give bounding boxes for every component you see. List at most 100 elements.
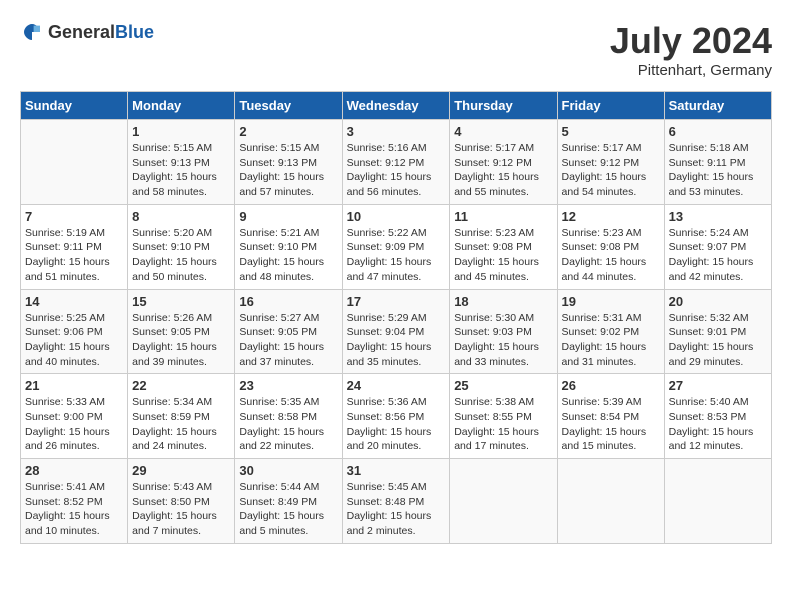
week-row-4: 21Sunrise: 5:33 AMSunset: 9:00 PMDayligh… [21,374,772,459]
day-cell: 3Sunrise: 5:16 AMSunset: 9:12 PMDaylight… [342,120,450,205]
day-number: 19 [562,294,660,309]
week-row-2: 7 Sunrise: 5:19 AMSunset: 9:11 PMDaylight… [21,204,772,289]
day-number: 15 [132,294,230,309]
day-cell: 13 Sunrise: 5:24 AMSunset: 9:07 PMDayligh… [664,204,771,289]
day-info: Sunrise: 5:15 AMSunset: 9:13 PMDaylight:… [239,142,324,198]
day-info: Sunrise: 5:32 AMSunset: 9:01 PMDaylight:… [669,312,754,368]
day-number: 12 [562,209,660,224]
day-number: 22 [132,378,230,393]
day-cell: 29 Sunrise: 5:43 AMSunset: 8:50 PMDayligh… [128,459,235,544]
day-info: Sunrise: 5:25 AMSunset: 9:06 PMDaylight:… [25,312,110,368]
day-number: 9 [239,209,337,224]
week-row-1: 1 Sunrise: 5:15 AMSunset: 9:13 PMDaylight… [21,120,772,205]
day-cell [664,459,771,544]
calendar-table: SundayMondayTuesdayWednesdayThursdayFrid… [20,91,772,544]
day-number: 14 [25,294,123,309]
day-cell: 2 Sunrise: 5:15 AMSunset: 9:13 PMDaylight… [235,120,342,205]
day-number: 5 [562,124,660,139]
day-number: 23 [239,378,337,393]
month-year: July 2024 [610,20,772,62]
header-cell-wednesday: Wednesday [342,92,450,120]
day-number: 17 [347,294,446,309]
day-cell: 9 Sunrise: 5:21 AMSunset: 9:10 PMDaylight… [235,204,342,289]
day-number: 2 [239,124,337,139]
day-cell: 20 Sunrise: 5:32 AMSunset: 9:01 PMDayligh… [664,289,771,374]
day-cell: 18 Sunrise: 5:30 AMSunset: 9:03 PMDayligh… [450,289,557,374]
day-info: Sunrise: 5:41 AMSunset: 8:52 PMDaylight:… [25,481,110,537]
day-info: Sunrise: 5:36 AMSunset: 8:56 PMDaylight:… [347,396,432,452]
day-number: 18 [454,294,552,309]
day-cell: 10 Sunrise: 5:22 AMSunset: 9:09 PMDayligh… [342,204,450,289]
day-info: Sunrise: 5:17 AMSunset: 9:12 PMDaylight:… [562,142,647,198]
day-cell [21,120,128,205]
day-info: Sunrise: 5:26 AMSunset: 9:05 PMDaylight:… [132,312,217,368]
day-cell: 22Sunrise: 5:34 AMSunset: 8:59 PMDayligh… [128,374,235,459]
day-cell: 1Sunrise: 5:15 AMSunset: 9:13 PMDaylight… [128,120,235,205]
day-number: 30 [239,463,337,478]
header-cell-friday: Friday [557,92,664,120]
day-number: 6 [669,124,767,139]
day-cell: 15 Sunrise: 5:26 AMSunset: 9:05 PMDayligh… [128,289,235,374]
day-cell: 17 Sunrise: 5:29 AMSunset: 9:04 PMDayligh… [342,289,450,374]
day-info: Sunrise: 5:24 AMSunset: 9:07 PMDaylight:… [669,227,754,283]
logo-text: GeneralBlue [48,22,154,43]
day-info: Sunrise: 5:20 AMSunset: 9:10 PMDaylight:… [132,227,217,283]
day-cell: 4 Sunrise: 5:17 AMSunset: 9:12 PMDaylight… [450,120,557,205]
day-number: 13 [669,209,767,224]
day-info: Sunrise: 5:19 AMSunset: 9:11 PMDaylight:… [25,227,110,283]
day-cell: 16Sunrise: 5:27 AMSunset: 9:05 PMDayligh… [235,289,342,374]
day-info: Sunrise: 5:21 AMSunset: 9:10 PMDaylight:… [239,227,324,283]
day-number: 4 [454,124,552,139]
day-info: Sunrise: 5:35 AMSunset: 8:58 PMDaylight:… [239,396,324,452]
day-cell: 19 Sunrise: 5:31 AMSunset: 9:02 PMDayligh… [557,289,664,374]
day-info: Sunrise: 5:38 AMSunset: 8:55 PMDaylight:… [454,396,539,452]
day-info: Sunrise: 5:45 AMSunset: 8:48 PMDaylight:… [347,481,432,537]
day-cell: 6 Sunrise: 5:18 AMSunset: 9:11 PMDaylight… [664,120,771,205]
day-info: Sunrise: 5:33 AMSunset: 9:00 PMDaylight:… [25,396,110,452]
day-info: Sunrise: 5:44 AMSunset: 8:49 PMDaylight:… [239,481,324,537]
day-info: Sunrise: 5:29 AMSunset: 9:04 PMDaylight:… [347,312,432,368]
day-number: 20 [669,294,767,309]
day-cell: 31 Sunrise: 5:45 AMSunset: 8:48 PMDayligh… [342,459,450,544]
day-number: 7 [25,209,123,224]
day-number: 8 [132,209,230,224]
day-info: Sunrise: 5:31 AMSunset: 9:02 PMDaylight:… [562,312,647,368]
header-cell-sunday: Sunday [21,92,128,120]
day-info: Sunrise: 5:22 AMSunset: 9:09 PMDaylight:… [347,227,432,283]
day-cell: 25 Sunrise: 5:38 AMSunset: 8:55 PMDayligh… [450,374,557,459]
day-info: Sunrise: 5:23 AMSunset: 9:08 PMDaylight:… [454,227,539,283]
day-number: 28 [25,463,123,478]
day-cell: 14 Sunrise: 5:25 AMSunset: 9:06 PMDayligh… [21,289,128,374]
day-number: 26 [562,378,660,393]
day-cell [450,459,557,544]
day-cell: 5 Sunrise: 5:17 AMSunset: 9:12 PMDaylight… [557,120,664,205]
day-number: 27 [669,378,767,393]
day-number: 3 [347,124,446,139]
logo: GeneralBlue [20,20,154,44]
header: GeneralBlue July 2024 Pittenhart, German… [20,20,772,79]
day-cell: 26Sunrise: 5:39 AMSunset: 8:54 PMDayligh… [557,374,664,459]
day-info: Sunrise: 5:30 AMSunset: 9:03 PMDaylight:… [454,312,539,368]
day-number: 16 [239,294,337,309]
day-cell: 21Sunrise: 5:33 AMSunset: 9:00 PMDayligh… [21,374,128,459]
day-cell: 27 Sunrise: 5:40 AMSunset: 8:53 PMDayligh… [664,374,771,459]
day-info: Sunrise: 5:18 AMSunset: 9:11 PMDaylight:… [669,142,754,198]
day-number: 31 [347,463,446,478]
day-number: 25 [454,378,552,393]
day-cell [557,459,664,544]
day-info: Sunrise: 5:40 AMSunset: 8:53 PMDaylight:… [669,396,754,452]
day-cell: 24Sunrise: 5:36 AMSunset: 8:56 PMDayligh… [342,374,450,459]
logo-icon [20,20,44,44]
calendar-header: SundayMondayTuesdayWednesdayThursdayFrid… [21,92,772,120]
day-cell: 7 Sunrise: 5:19 AMSunset: 9:11 PMDaylight… [21,204,128,289]
header-cell-thursday: Thursday [450,92,557,120]
day-info: Sunrise: 5:43 AMSunset: 8:50 PMDaylight:… [132,481,217,537]
title-block: July 2024 Pittenhart, Germany [610,20,772,79]
day-cell: 11Sunrise: 5:23 AMSunset: 9:08 PMDayligh… [450,204,557,289]
day-cell: 28 Sunrise: 5:41 AMSunset: 8:52 PMDayligh… [21,459,128,544]
day-number: 1 [132,124,230,139]
day-number: 10 [347,209,446,224]
day-info: Sunrise: 5:17 AMSunset: 9:12 PMDaylight:… [454,142,539,198]
day-number: 29 [132,463,230,478]
week-row-5: 28 Sunrise: 5:41 AMSunset: 8:52 PMDayligh… [21,459,772,544]
